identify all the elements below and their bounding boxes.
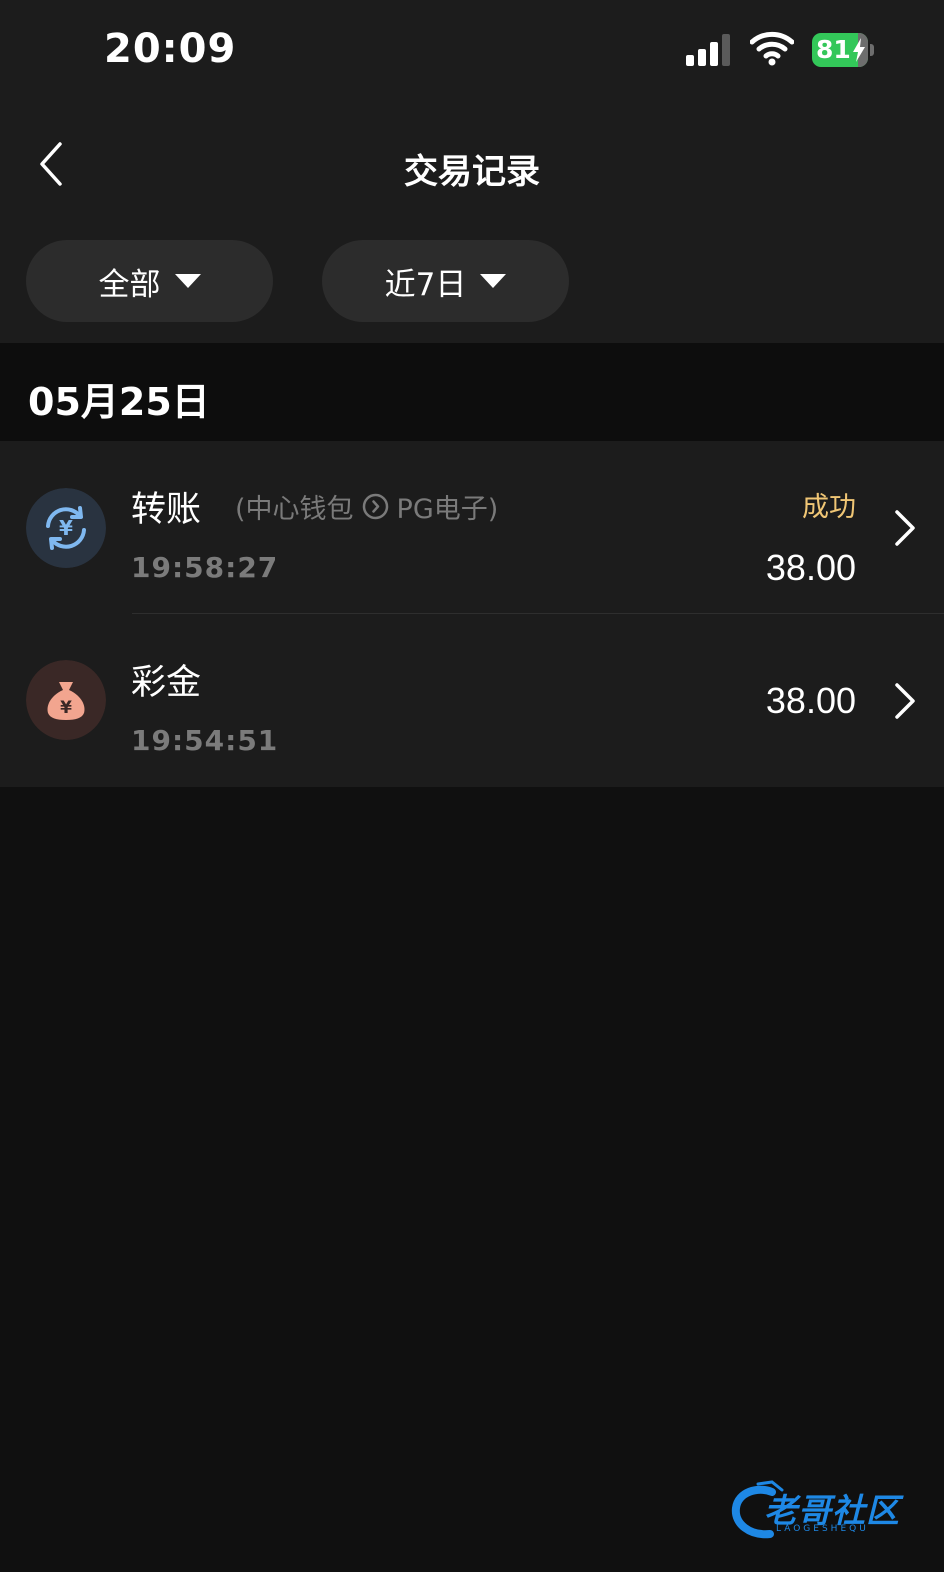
caret-down-icon bbox=[174, 274, 201, 288]
date-group-header: 05月25日 bbox=[0, 343, 944, 441]
cellular-signal-icon bbox=[686, 34, 734, 66]
transaction-time: 19:58:27 bbox=[131, 551, 279, 584]
charging-bolt-icon bbox=[853, 38, 865, 62]
watermark-logo: 老哥社区 LAOGESHEQU bbox=[728, 1478, 928, 1542]
status-badge: 成功 bbox=[802, 492, 856, 523]
svg-text:¥: ¥ bbox=[60, 698, 72, 718]
chevron-right-circle-icon bbox=[362, 493, 388, 520]
transaction-amount: 38.00 bbox=[765, 547, 856, 588]
transaction-row-transfer[interactable]: ¥ 转账 (中心钱包 PG电子) 19:58:27 成功 38.00 bbox=[0, 441, 944, 613]
caret-down-icon bbox=[480, 274, 507, 288]
transfer-route: (中心钱包 PG电子) bbox=[235, 487, 498, 526]
transaction-amount: 38.00 bbox=[765, 680, 856, 721]
page-title: 交易记录 bbox=[404, 152, 540, 192]
transaction-title: 转账 bbox=[131, 490, 202, 530]
battery-level: 81 bbox=[816, 35, 851, 64]
currency-transfer-icon: ¥ bbox=[26, 488, 106, 568]
watermark-subtext: LAOGESHEQU bbox=[776, 1524, 869, 1534]
money-bag-icon: ¥ bbox=[26, 660, 106, 740]
type-filter-label: 全部 bbox=[98, 266, 161, 303]
transaction-title: 彩金 bbox=[131, 663, 202, 703]
wifi-icon bbox=[750, 31, 794, 66]
svg-text:¥: ¥ bbox=[59, 516, 73, 540]
transaction-time: 19:54:51 bbox=[131, 724, 279, 757]
transfer-destination: PG电子) bbox=[396, 494, 499, 525]
date-range-filter-dropdown[interactable]: 近7日 bbox=[322, 240, 569, 322]
date-group-label: 05月25日 bbox=[28, 380, 210, 424]
transfer-source: (中心钱包 bbox=[235, 494, 354, 525]
status-bar: 20:09 81 bbox=[0, 0, 944, 100]
header-area: 20:09 81 交易记录 全部 近7日 bbox=[0, 0, 944, 343]
type-filter-dropdown[interactable]: 全部 bbox=[26, 240, 273, 322]
chevron-right-icon bbox=[895, 510, 915, 546]
chevron-right-icon bbox=[895, 683, 915, 719]
nav-bar: 交易记录 bbox=[0, 120, 944, 210]
date-range-filter-label: 近7日 bbox=[384, 266, 467, 303]
transaction-row-bonus[interactable]: ¥ 彩金 19:54:51 38.00 bbox=[0, 614, 944, 786]
status-time: 20:09 bbox=[104, 26, 237, 72]
battery-icon: 81 bbox=[812, 33, 874, 67]
